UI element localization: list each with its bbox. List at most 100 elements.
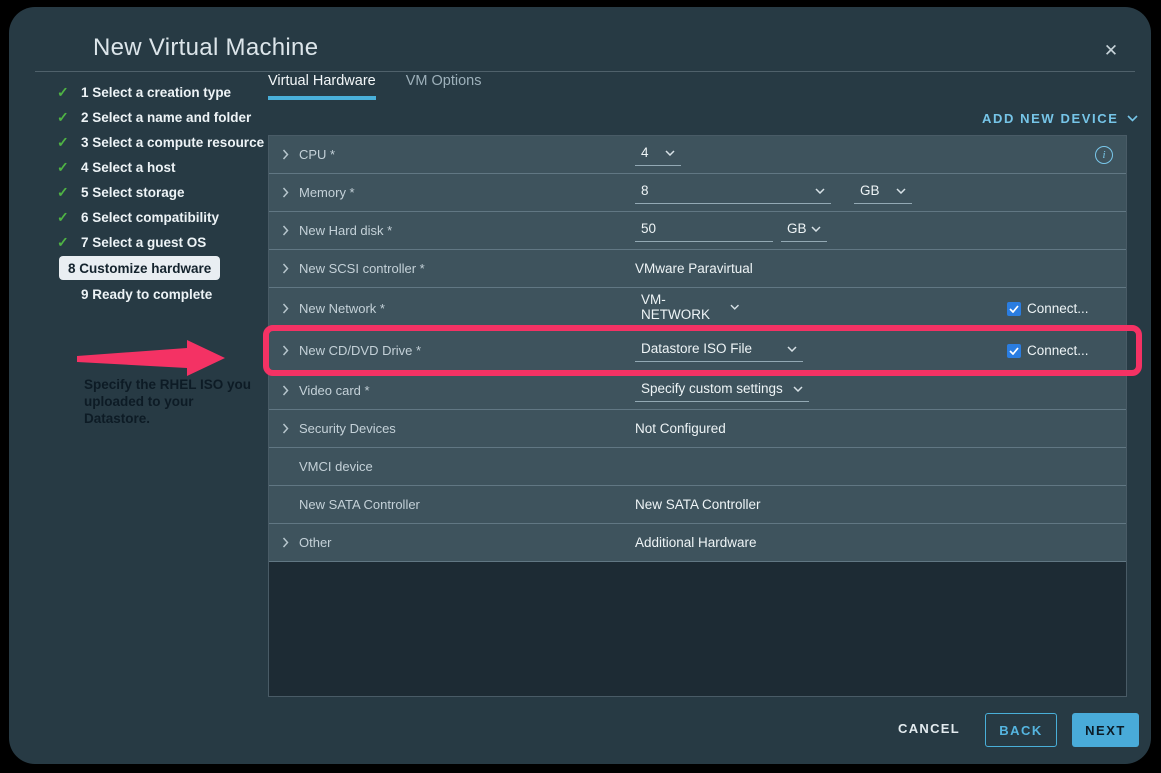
back-button[interactable]: BACK: [985, 713, 1057, 747]
step-label: 8 Customize hardware: [68, 261, 211, 276]
title-divider: [35, 71, 1135, 72]
check-icon: ✓: [57, 234, 74, 251]
connect-label: Connect...: [1027, 343, 1089, 358]
security-devices-value: Not Configured: [635, 421, 726, 436]
check-icon: ✓: [57, 109, 74, 126]
tab-virtual-hardware[interactable]: Virtual Hardware: [268, 73, 376, 100]
network-select[interactable]: VM-NETWORK: [635, 290, 745, 328]
row-cpu[interactable]: CPU * 4 i: [269, 136, 1126, 174]
chevron-right-icon[interactable]: [282, 225, 299, 236]
virtual-hardware-table: CPU * 4 i Memory * 8: [268, 135, 1127, 697]
checkbox-checked-icon[interactable]: [1007, 302, 1021, 316]
screen: New Virtual Machine ✕ ✓ 1 Select a creat…: [0, 0, 1161, 773]
step-label: 4 Select a host: [81, 160, 176, 175]
step-label: 3 Select a compute resource: [81, 135, 264, 150]
row-label: CPU *: [299, 147, 635, 162]
content-tabs: Virtual Hardware VM Options: [268, 73, 481, 100]
network-connect-checkbox[interactable]: Connect...: [1007, 301, 1089, 316]
row-hard-disk[interactable]: New Hard disk * 50 GB: [269, 212, 1126, 250]
other-value: Additional Hardware: [635, 535, 757, 550]
chevron-down-icon: [793, 386, 803, 392]
step-9[interactable]: 9 Ready to complete: [57, 283, 265, 305]
tab-vm-options[interactable]: VM Options: [406, 73, 482, 100]
row-memory[interactable]: Memory * 8 GB: [269, 174, 1126, 212]
hard-disk-size-input[interactable]: 50: [635, 219, 773, 242]
step-6[interactable]: ✓ 6 Select compatibility: [57, 206, 265, 228]
cpu-value: 4: [641, 145, 649, 160]
check-icon: ✓: [57, 134, 74, 151]
row-video-card[interactable]: Video card * Specify custom settings: [269, 372, 1126, 410]
row-label: New SCSI controller *: [299, 261, 635, 276]
video-card-select[interactable]: Specify custom settings: [635, 379, 809, 402]
check-icon: ✓: [57, 209, 74, 226]
row-label: Other: [299, 535, 635, 550]
step-5[interactable]: ✓ 5 Select storage: [57, 181, 265, 203]
row-sata-controller[interactable]: New SATA Controller New SATA Controller: [269, 486, 1126, 524]
cd-dvd-connect-checkbox[interactable]: Connect...: [1007, 343, 1089, 358]
info-icon[interactable]: i: [1095, 146, 1113, 164]
row-label: Security Devices: [299, 421, 635, 436]
row-label: Memory *: [299, 185, 635, 200]
memory-select[interactable]: 8: [635, 181, 831, 204]
row-cd-dvd-drive[interactable]: New CD/DVD Drive * Datastore ISO File Co…: [269, 330, 1126, 372]
chevron-right-icon[interactable]: [282, 537, 299, 548]
row-label: VMCI device: [299, 459, 635, 474]
sata-controller-value: New SATA Controller: [635, 497, 761, 512]
chevron-right-icon[interactable]: [282, 149, 299, 160]
chevron-down-icon: [787, 346, 797, 352]
dialog-title: New Virtual Machine: [93, 34, 318, 62]
hard-disk-size-value: 50: [641, 221, 656, 236]
row-label: Video card *: [299, 383, 635, 398]
chevron-right-icon[interactable]: [282, 303, 299, 314]
row-scsi-controller[interactable]: New SCSI controller * VMware Paravirtual: [269, 250, 1126, 288]
checkbox-checked-icon[interactable]: [1007, 344, 1021, 358]
annotation-arrow-icon: [77, 339, 227, 379]
new-vm-dialog: New Virtual Machine ✕ ✓ 1 Select a creat…: [9, 7, 1151, 764]
chevron-right-icon[interactable]: [282, 423, 299, 434]
hard-disk-unit-select[interactable]: GB: [781, 219, 827, 242]
close-icon[interactable]: ✕: [1097, 37, 1125, 65]
row-label: New CD/DVD Drive *: [299, 343, 635, 358]
cd-dvd-source-select[interactable]: Datastore ISO File: [635, 339, 803, 362]
step-label: 9 Ready to complete: [81, 287, 212, 302]
chevron-right-icon[interactable]: [282, 385, 299, 396]
chevron-down-icon: [896, 188, 906, 194]
step-4[interactable]: ✓ 4 Select a host: [57, 156, 265, 178]
memory-unit-select[interactable]: GB: [854, 181, 912, 204]
chevron-down-icon: [1127, 115, 1138, 122]
network-value: VM-NETWORK: [641, 292, 730, 322]
cpu-select[interactable]: 4: [635, 143, 681, 166]
annotation-note: Specify the RHEL ISO you uploaded to you…: [84, 377, 256, 428]
row-security-devices[interactable]: Security Devices Not Configured: [269, 410, 1126, 448]
chevron-right-icon[interactable]: [282, 345, 299, 356]
step-2[interactable]: ✓ 2 Select a name and folder: [57, 106, 265, 128]
row-other[interactable]: Other Additional Hardware: [269, 524, 1126, 562]
row-vmci-device[interactable]: VMCI device: [269, 448, 1126, 486]
add-new-device-button[interactable]: ADD NEW DEVICE: [982, 111, 1138, 126]
chevron-down-icon: [730, 304, 739, 310]
step-label: 7 Select a guest OS: [81, 235, 206, 250]
step-3[interactable]: ✓ 3 Select a compute resource: [57, 131, 265, 153]
row-network[interactable]: New Network * VM-NETWORK Connect...: [269, 288, 1126, 330]
check-icon: ✓: [57, 159, 74, 176]
chevron-down-icon: [811, 226, 821, 232]
check-icon: ✓: [57, 184, 74, 201]
video-card-value: Specify custom settings: [641, 381, 783, 396]
cancel-button[interactable]: CANCEL: [898, 721, 960, 736]
add-new-device-label: ADD NEW DEVICE: [982, 111, 1119, 126]
chevron-right-icon[interactable]: [282, 263, 299, 274]
step-label: 2 Select a name and folder: [81, 110, 251, 125]
step-label: 5 Select storage: [81, 185, 185, 200]
step-label: 6 Select compatibility: [81, 210, 219, 225]
chevron-down-icon: [665, 150, 675, 156]
step-1[interactable]: ✓ 1 Select a creation type: [57, 81, 265, 103]
row-label: New Network *: [299, 301, 635, 316]
next-button[interactable]: NEXT: [1072, 713, 1139, 747]
step-8-active[interactable]: 8 Customize hardware: [59, 256, 220, 280]
scsi-controller-value: VMware Paravirtual: [635, 261, 753, 276]
chevron-right-icon[interactable]: [282, 187, 299, 198]
check-icon: ✓: [57, 84, 74, 101]
step-7[interactable]: ✓ 7 Select a guest OS: [57, 231, 265, 253]
row-label: New SATA Controller: [299, 497, 635, 512]
memory-value: 8: [641, 183, 649, 198]
